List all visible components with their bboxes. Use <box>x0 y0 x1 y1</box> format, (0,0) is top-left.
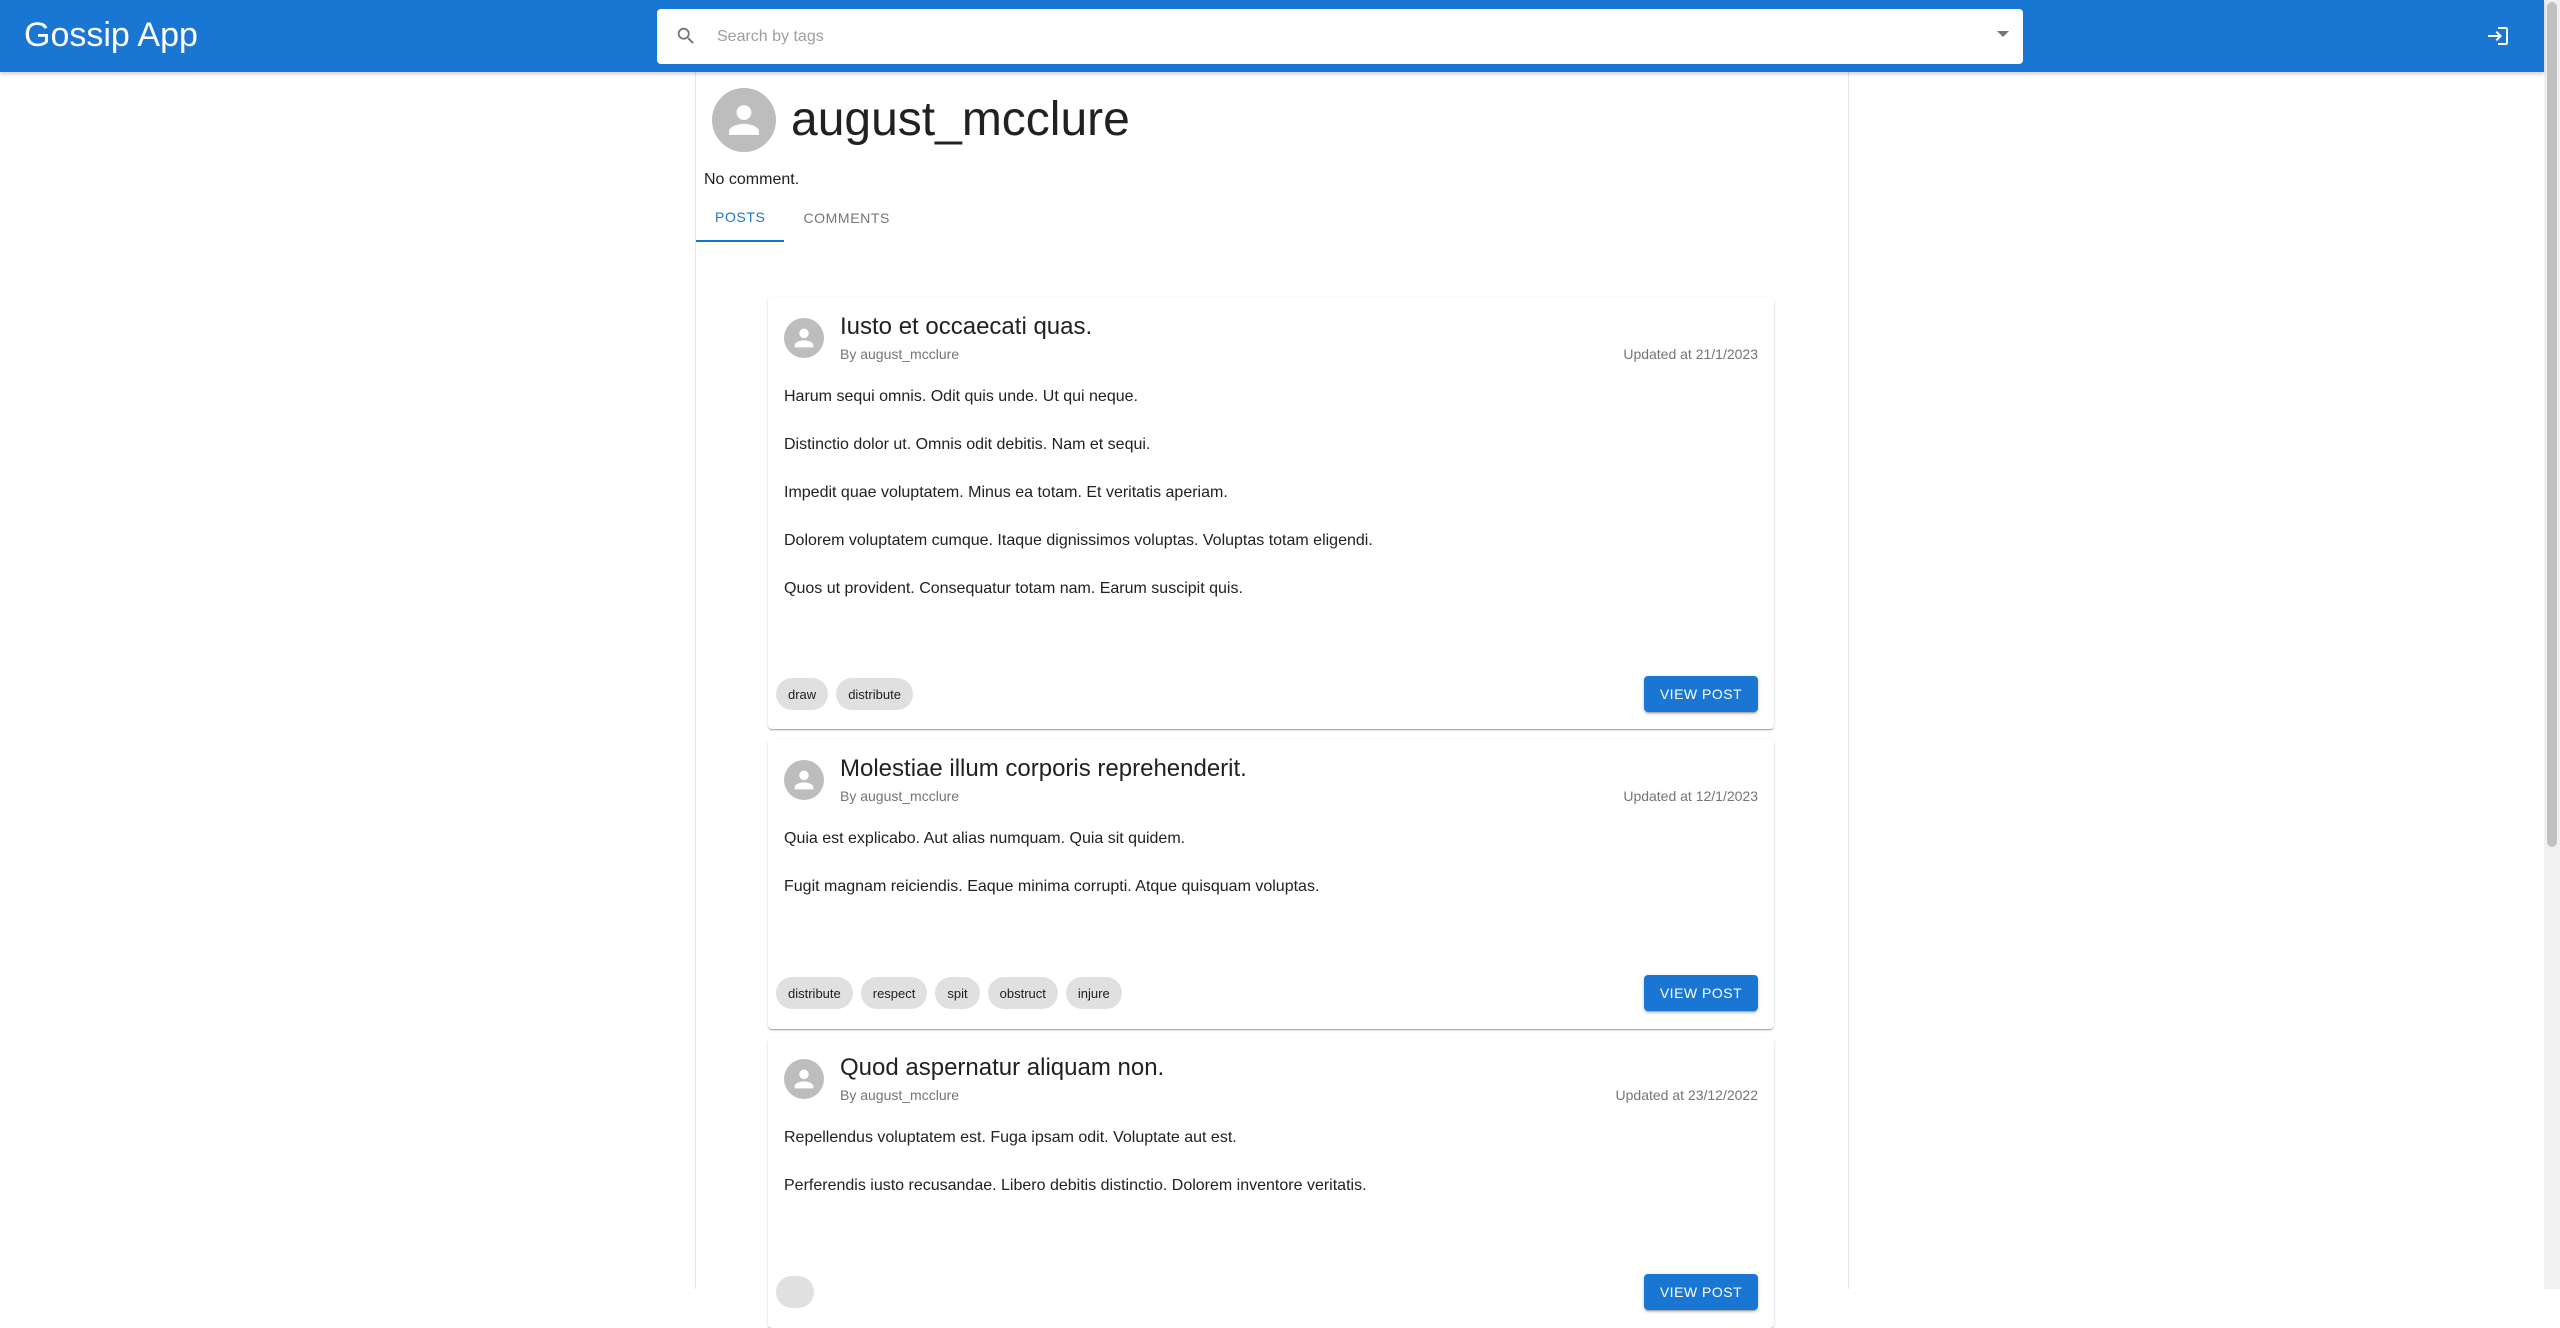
tag-chip[interactable]: spit <box>935 977 980 1009</box>
post-tags: draw distribute <box>776 678 913 710</box>
page-scrollbar[interactable] <box>2544 0 2560 1289</box>
post-tags: distribute respect spit obstruct injure <box>776 977 1122 1009</box>
tag-chip[interactable]: distribute <box>836 678 913 710</box>
tab-posts[interactable]: Posts <box>696 194 785 242</box>
post-title: Quod aspernatur aliquam non. <box>840 1054 1165 1081</box>
tab-comments[interactable]: Comments <box>784 194 908 242</box>
app-bar: Gossip App <box>0 0 2544 72</box>
post-paragraph: Fugit magnam reiciendis. Eaque minima co… <box>784 878 1320 895</box>
profile-bio: No comment. <box>704 171 800 188</box>
post-card: Iusto et occaecati quas. By august_mcclu… <box>768 297 1774 729</box>
profile-tabs: Posts Comments <box>696 194 909 242</box>
tag-chip[interactable]: draw <box>776 678 829 710</box>
post-updated-date: Updated at 23/12/2022 <box>1615 1087 1758 1103</box>
post-author: By august_mcclure <box>840 1087 960 1103</box>
post-updated-date: Updated at 12/1/2023 <box>1623 788 1758 804</box>
person-icon <box>729 105 759 135</box>
view-post-button[interactable]: View Post <box>1644 676 1758 712</box>
profile-container: august_mcclure No comment. Posts Comment… <box>695 72 1849 1328</box>
post-content: Repellendus voluptatem est. Fuga ipsam o… <box>784 1126 1744 1222</box>
view-post-button[interactable]: View Post <box>1644 1274 1758 1310</box>
person-icon <box>794 328 814 348</box>
post-paragraph: Distinctio dolor ut. Omnis odit debitis.… <box>784 436 1151 453</box>
post-paragraph: Perferendis iusto recusandae. Libero deb… <box>784 1177 1367 1194</box>
tag-chip[interactable]: respect <box>860 977 928 1009</box>
post-paragraph: Dolorem voluptatem cumque. Itaque dignis… <box>784 532 1373 549</box>
search-icon <box>677 27 694 44</box>
post-tags <box>776 1276 815 1308</box>
tag-chip[interactable]: injure <box>1065 977 1122 1009</box>
post-updated-date: Updated at 21/1/2023 <box>1623 346 1758 362</box>
author-avatar <box>784 760 824 800</box>
post-paragraph: Impedit quae voluptatem. Minus ea totam.… <box>784 484 1228 501</box>
tag-search-box[interactable] <box>657 9 2023 64</box>
post-title: Iusto et occaecati quas. <box>840 313 1093 340</box>
post-content: Harum sequi omnis. Odit quis unde. Ut qu… <box>784 385 1744 625</box>
post-author: By august_mcclure <box>840 788 960 804</box>
login-icon[interactable] <box>2486 24 2510 48</box>
person-icon <box>794 1069 814 1089</box>
app-title[interactable]: Gossip App <box>24 14 198 56</box>
profile-username: august_mcclure <box>791 93 1130 146</box>
person-icon <box>794 770 814 790</box>
tag-chip[interactable] <box>776 1276 815 1308</box>
post-author: By august_mcclure <box>840 346 960 362</box>
post-paragraph: Quos ut provident. Consequatur totam nam… <box>784 580 1243 597</box>
arrow-drop-down-icon[interactable] <box>1997 31 2009 37</box>
post-content: Quia est explicabo. Aut alias numquam. Q… <box>784 827 1744 923</box>
profile-avatar <box>712 88 776 152</box>
post-paragraph: Repellendus voluptatem est. Fuga ipsam o… <box>784 1129 1237 1146</box>
post-paragraph: Harum sequi omnis. Odit quis unde. Ut qu… <box>784 388 1138 405</box>
search-input[interactable] <box>717 9 1957 64</box>
view-post-button[interactable]: View Post <box>1644 975 1758 1011</box>
post-paragraph: Quia est explicabo. Aut alias numquam. Q… <box>784 830 1186 847</box>
tag-chip[interactable]: distribute <box>776 977 853 1009</box>
post-title: Molestiae illum corporis reprehenderit. <box>840 755 1247 782</box>
post-card: Molestiae illum corporis reprehenderit. … <box>768 739 1774 1029</box>
scrollbar-thumb[interactable] <box>2547 2 2557 847</box>
author-avatar <box>784 1059 824 1099</box>
post-card: Quod aspernatur aliquam non. By august_m… <box>768 1038 1774 1328</box>
author-avatar <box>784 318 824 358</box>
tag-chip[interactable]: obstruct <box>987 977 1058 1009</box>
